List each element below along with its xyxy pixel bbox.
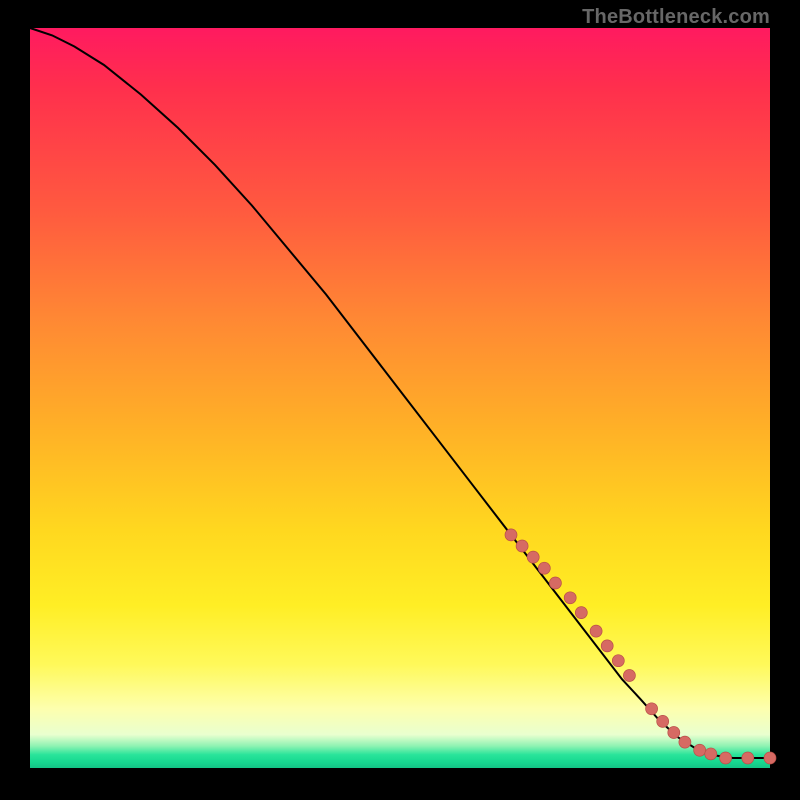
marker-dot: [679, 736, 691, 748]
marker-dot: [764, 752, 776, 764]
marker-dots: [505, 529, 776, 764]
chart-svg: [30, 28, 770, 768]
marker-dot: [505, 529, 517, 541]
marker-dot: [742, 752, 754, 764]
marker-dot: [720, 752, 732, 764]
marker-dot: [705, 748, 717, 760]
watermark-text: TheBottleneck.com: [582, 6, 770, 29]
marker-dot: [694, 744, 706, 756]
marker-dot: [527, 551, 539, 563]
plot-area: [30, 28, 770, 768]
marker-dot: [516, 540, 528, 552]
marker-dot: [612, 655, 624, 667]
marker-dot: [549, 577, 561, 589]
chart-container: TheBottleneck.com: [0, 0, 800, 800]
marker-dot: [575, 607, 587, 619]
marker-dot: [538, 562, 550, 574]
marker-dot: [564, 592, 576, 604]
marker-dot: [657, 715, 669, 727]
marker-dot: [623, 670, 635, 682]
marker-dot: [590, 625, 602, 637]
marker-dot: [601, 640, 613, 652]
marker-dot: [646, 703, 658, 715]
marker-dot: [668, 726, 680, 738]
curve-line: [30, 28, 770, 758]
